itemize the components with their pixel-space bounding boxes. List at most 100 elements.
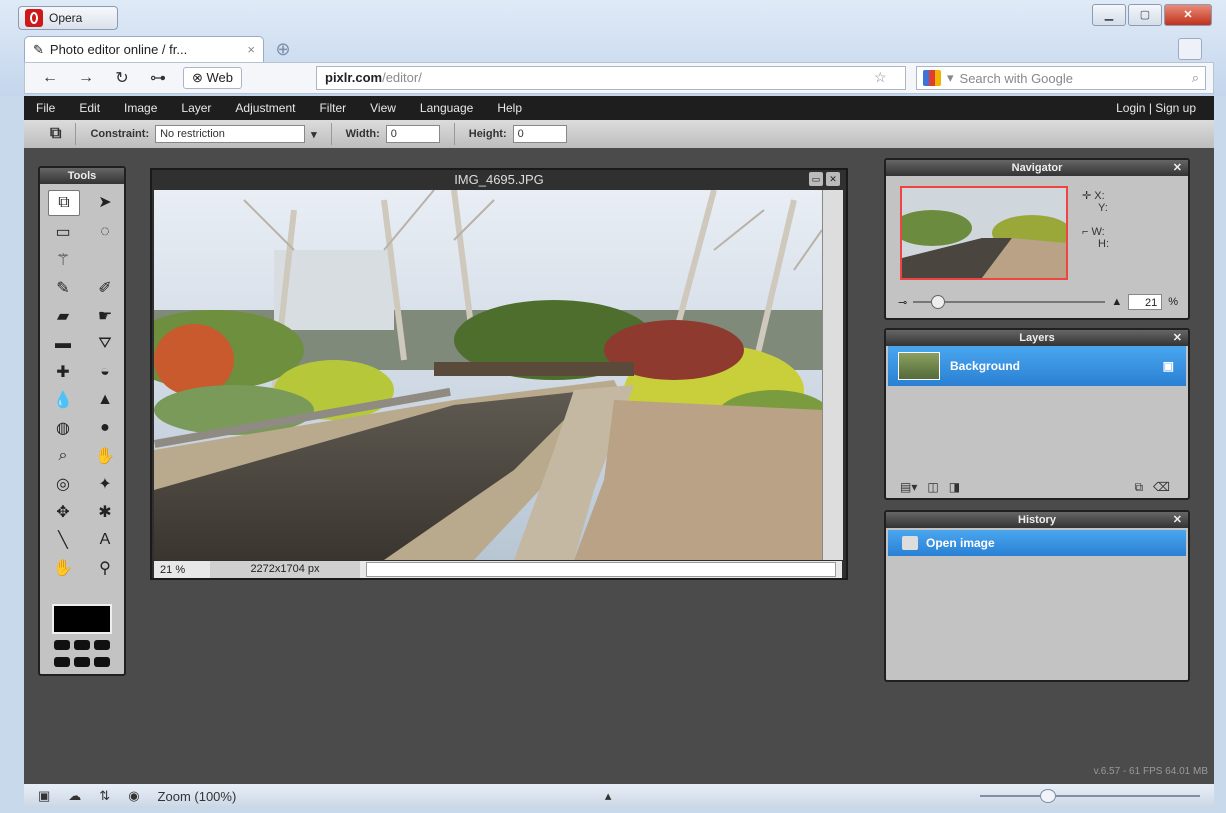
opera-menu-button[interactable]: Opera <box>18 6 118 30</box>
layer-item[interactable]: Background ▣ <box>888 346 1186 386</box>
sponge-icon[interactable]: ◍ <box>48 416 78 440</box>
layer-mask-icon[interactable]: ◫ <box>927 480 938 495</box>
bloat-icon[interactable]: ✥ <box>48 500 78 524</box>
layer-settings-icon[interactable]: ▤▾ <box>900 480 917 495</box>
address-bar[interactable]: pixlr.com/editor/ <box>316 66 906 90</box>
menu-image[interactable]: Image <box>112 101 169 115</box>
zoom-unit: % <box>1168 296 1178 308</box>
menu-help[interactable]: Help <box>485 101 534 115</box>
magnify-icon[interactable]: ⚲ <box>90 556 120 580</box>
layers-title-label: Layers <box>1019 332 1055 344</box>
maximize-icon[interactable]: ▭ <box>809 172 823 186</box>
history-title: History ✕ <box>886 512 1188 528</box>
layer-style-icon[interactable]: ◨ <box>949 480 960 495</box>
type-icon[interactable]: A <box>90 528 120 552</box>
back-icon[interactable]: ← <box>39 69 61 87</box>
crop-icon[interactable]: ⧉ <box>48 190 80 216</box>
hand-icon[interactable]: ✋ <box>48 556 78 580</box>
unite-icon[interactable]: ☁ <box>68 788 81 804</box>
menu-language[interactable]: Language <box>408 101 485 115</box>
web-badge[interactable]: ⊗ Web <box>183 67 243 89</box>
browser-statusbar: ▣ ☁ ⇅ ◉ Zoom (100%) ▴ <box>24 784 1214 808</box>
search-field[interactable]: ▾ Search with Google ⌕ <box>916 66 1206 90</box>
close-icon[interactable]: ✕ <box>1173 160 1182 176</box>
redeye-icon[interactable]: ◎ <box>48 472 78 496</box>
navigator-thumbnail[interactable] <box>900 186 1068 280</box>
smudge-icon[interactable]: ☛ <box>90 304 120 328</box>
forward-icon[interactable]: → <box>75 69 97 87</box>
login-link[interactable]: Login <box>1116 101 1145 115</box>
zoom-in-icon[interactable]: ▲ <box>1111 296 1122 308</box>
stamp-icon[interactable]: ⛛ <box>90 332 120 356</box>
new-tab-icon[interactable]: ⊕ <box>272 38 294 60</box>
photo-canvas[interactable] <box>154 190 822 560</box>
zoom-tool-icon[interactable]: ⌕ <box>48 444 78 468</box>
reload-icon[interactable]: ↻ <box>111 68 133 88</box>
new-layer-icon[interactable]: ⧉ <box>1134 480 1143 495</box>
zoom-slider-knob[interactable] <box>931 295 946 309</box>
move-icon[interactable]: ➤ <box>90 190 120 214</box>
zoom-out-icon[interactable]: ⊸ <box>898 296 907 309</box>
menu-layer[interactable]: Layer <box>169 101 223 115</box>
key-icon[interactable]: ⊶ <box>147 68 169 88</box>
bucket-icon[interactable]: ◒ <box>90 360 120 384</box>
close-icon[interactable]: ✕ <box>1173 330 1182 346</box>
pencil-icon[interactable]: ✎ <box>48 276 78 300</box>
menu-adjustment[interactable]: Adjustment <box>223 101 307 115</box>
menu-view[interactable]: View <box>358 101 408 115</box>
drop-icon[interactable]: 💧 <box>48 388 78 412</box>
chevron-down-icon[interactable]: ▾ <box>311 128 317 141</box>
wand-icon[interactable]: ⚚ <box>48 248 78 272</box>
signup-link[interactable]: Sign up <box>1155 101 1196 115</box>
crosshair-icon: ✛ <box>1082 190 1092 202</box>
pinch-icon[interactable]: ✱ <box>90 500 120 524</box>
tab-close-icon[interactable]: × <box>247 42 255 57</box>
x-label: X: <box>1094 190 1105 202</box>
view-mode-buttons[interactable] <box>54 640 112 670</box>
opera-logo-icon <box>25 9 43 27</box>
lock-icon[interactable]: ▣ <box>1163 359 1174 373</box>
tab-photo-editor[interactable]: ✎ Photo editor online / fr... × <box>24 36 264 62</box>
image-zoom[interactable]: 21 % <box>154 564 210 576</box>
camera-icon[interactable]: ◉ <box>128 788 139 804</box>
brush-icon[interactable]: ✐ <box>90 276 120 300</box>
line-icon[interactable]: ╲ <box>48 528 78 552</box>
panel-toggle-icon[interactable]: ▣ <box>38 788 50 804</box>
closed-tabs-icon[interactable] <box>1178 38 1202 60</box>
search-icon[interactable]: ⌕ <box>1192 70 1199 86</box>
spot-icon[interactable]: ✦ <box>90 472 120 496</box>
delete-layer-icon[interactable]: ⌫ <box>1153 480 1170 495</box>
burn-icon[interactable]: ✋ <box>90 444 120 468</box>
heal-icon[interactable]: ✚ <box>48 360 78 384</box>
width-field[interactable]: 0 <box>385 125 440 143</box>
menu-filter[interactable]: Filter <box>307 101 358 115</box>
menu-file[interactable]: File <box>24 101 67 115</box>
search-dropdown-icon[interactable]: ▾ <box>947 70 954 86</box>
height-field[interactable]: 0 <box>512 125 567 143</box>
constraint-select[interactable]: No restriction <box>155 125 306 143</box>
color-swatch[interactable] <box>52 604 112 634</box>
menu-edit[interactable]: Edit <box>67 101 112 115</box>
zoom-slider[interactable] <box>913 295 1106 309</box>
close-icon[interactable]: ✕ <box>826 172 840 186</box>
marquee-icon[interactable]: ▭ <box>48 220 78 244</box>
maximize-button[interactable]: ▢ <box>1128 4 1162 26</box>
page-zoom-slider[interactable] <box>979 789 1200 803</box>
page-zoom-knob[interactable] <box>1039 789 1056 803</box>
minimize-button[interactable]: ▁ <box>1092 4 1126 26</box>
zoom-out-small-icon[interactable]: ▴ <box>605 788 612 804</box>
sharpen-icon[interactable]: ▲ <box>90 388 120 412</box>
lasso-icon[interactable]: ◌ <box>90 220 120 244</box>
bookmark-star-icon[interactable]: ☆ <box>874 69 887 86</box>
dodge-icon[interactable]: ● <box>90 416 120 440</box>
gradient-icon[interactable]: ▬ <box>48 332 78 356</box>
horizontal-scrollbar[interactable] <box>366 562 836 577</box>
zoom-status[interactable]: Zoom (100%) <box>158 789 237 804</box>
history-item[interactable]: Open image <box>888 530 1186 556</box>
zoom-input[interactable]: 21 <box>1128 294 1163 310</box>
turbo-icon[interactable]: ⇅ <box>99 788 110 804</box>
vertical-scrollbar[interactable] <box>822 190 843 560</box>
close-icon[interactable]: ✕ <box>1173 512 1182 528</box>
close-window-button[interactable]: ✕ <box>1164 4 1212 26</box>
eraser-icon[interactable]: ▰ <box>48 304 78 328</box>
